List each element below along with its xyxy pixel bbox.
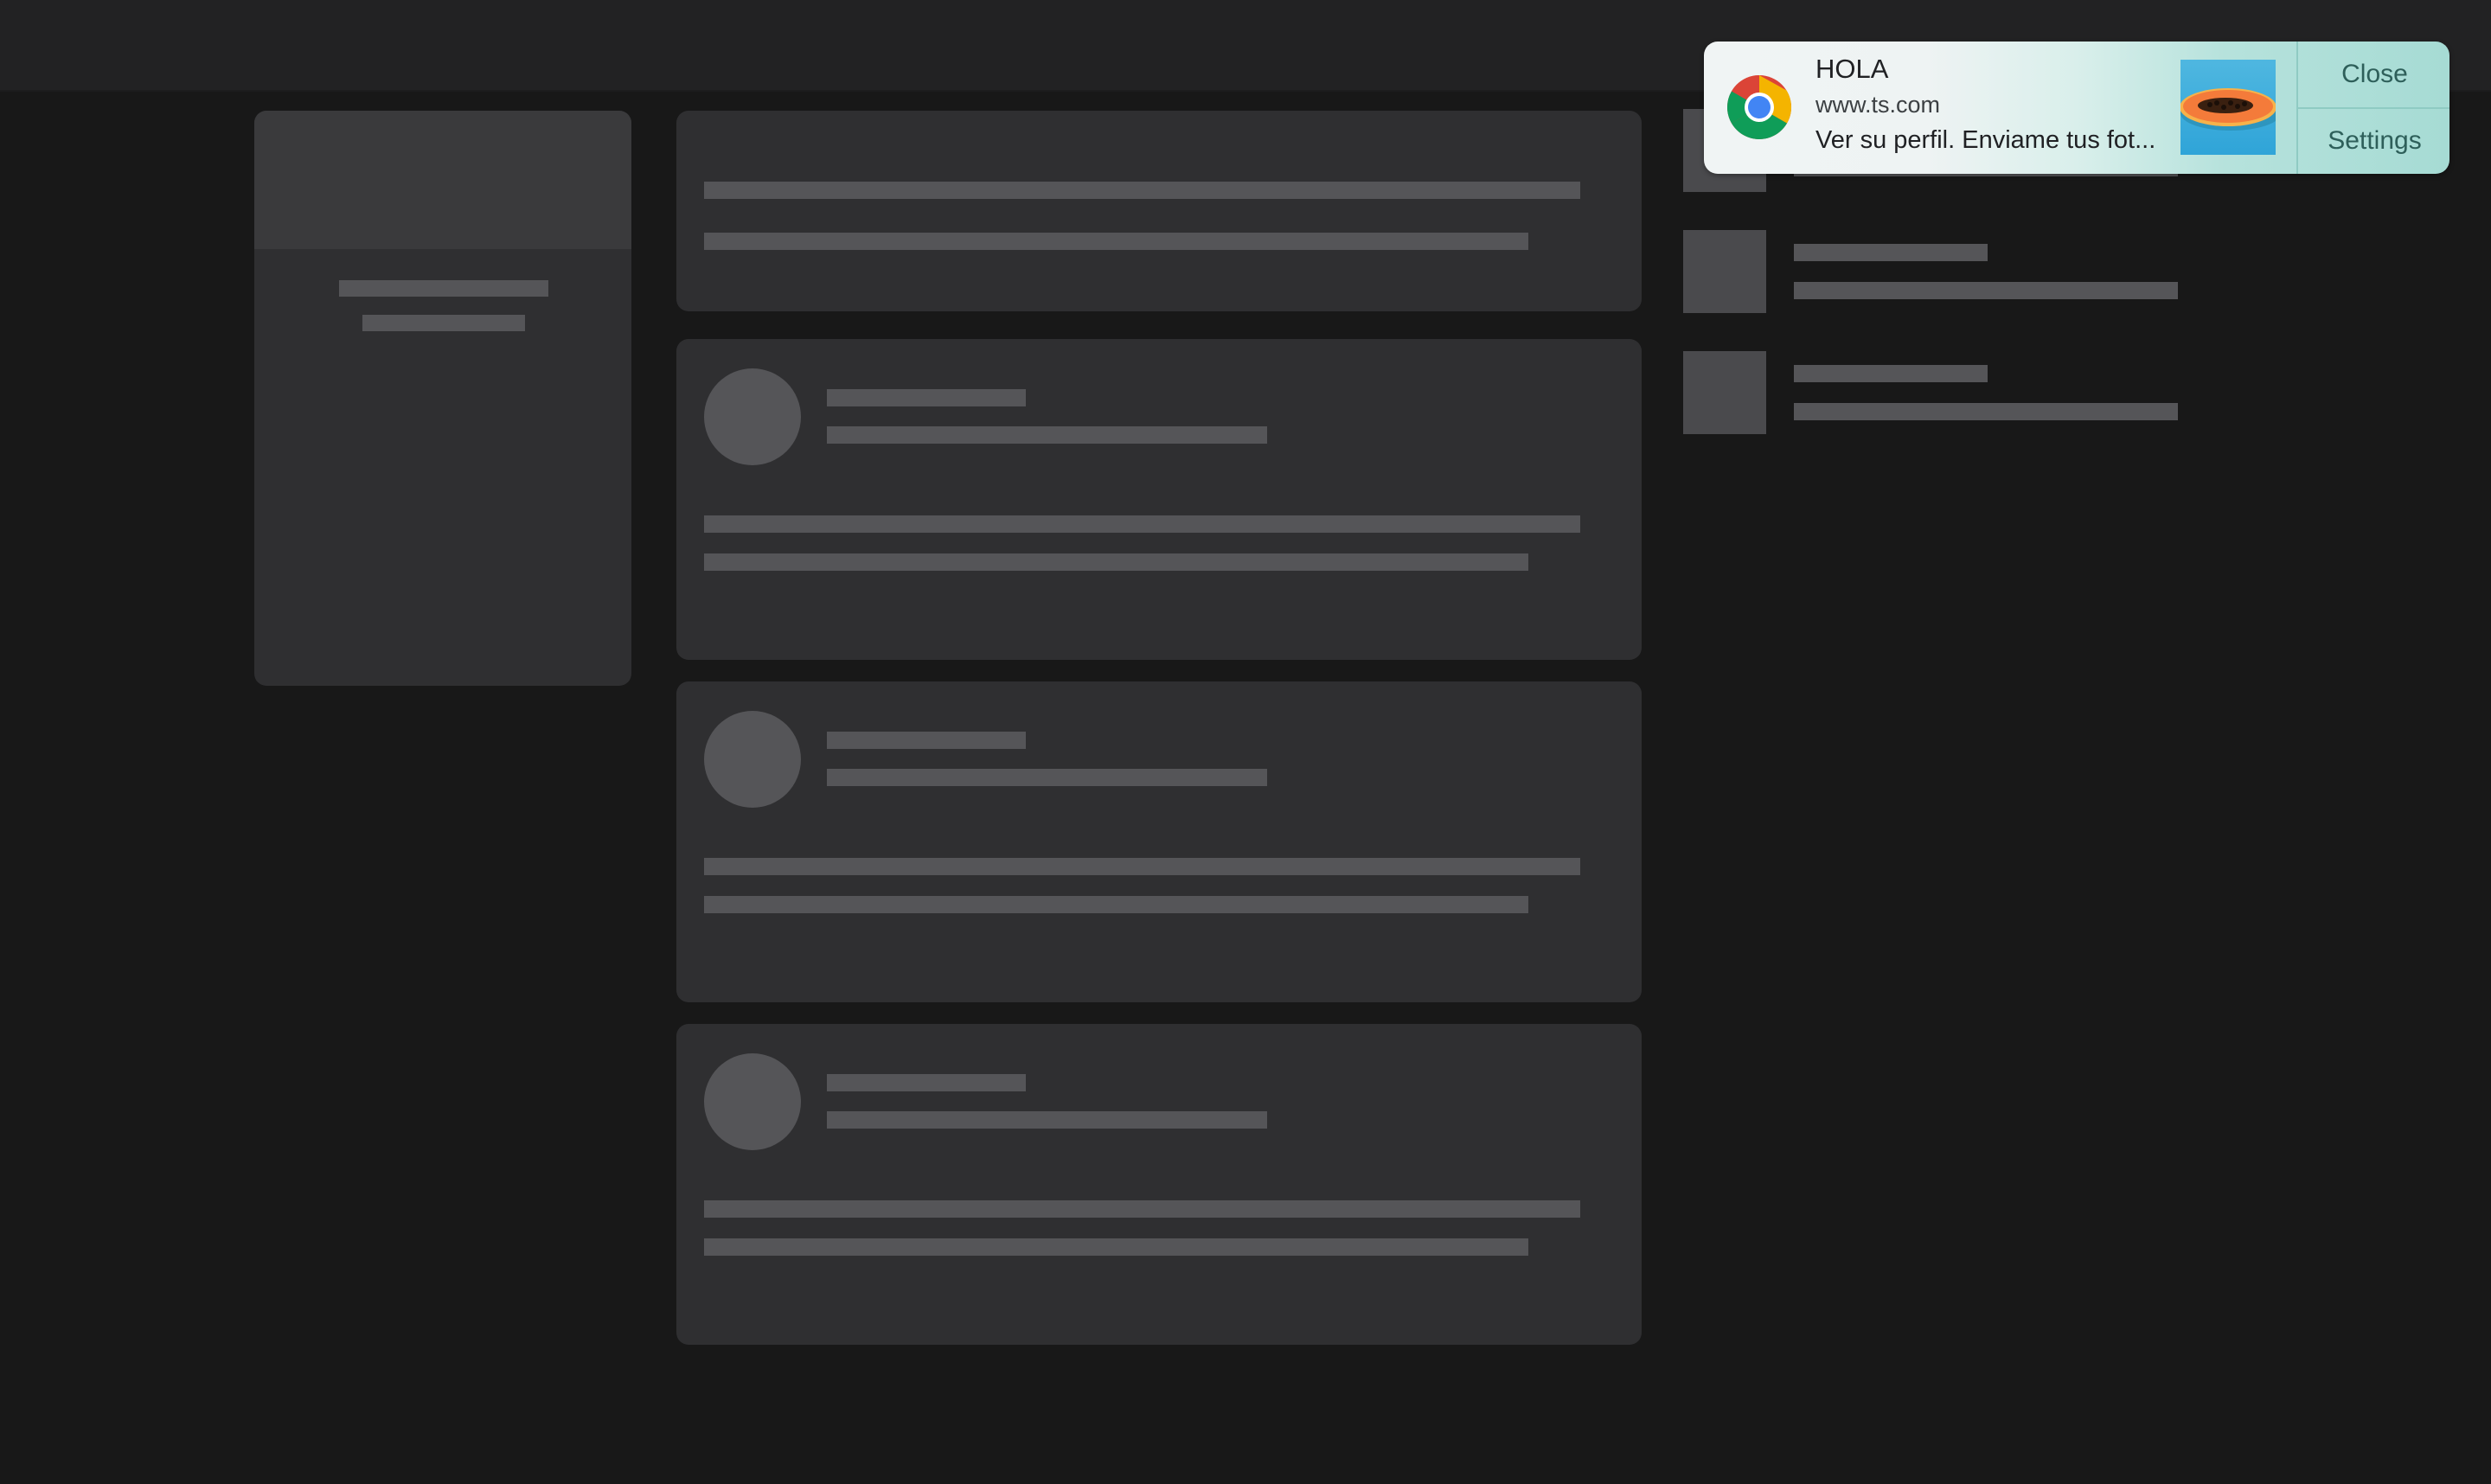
profile-card-skeleton: [254, 111, 631, 686]
chrome-icon: [1726, 74, 1792, 140]
text-line-skeleton: [704, 1238, 1528, 1256]
avatar-skeleton: [704, 1053, 801, 1150]
text-line-skeleton: [1794, 403, 2178, 420]
feed-post-skeleton: [676, 1024, 1642, 1345]
author-line-skeleton: [827, 1074, 1026, 1091]
text-line-skeleton: [1794, 244, 1988, 261]
author-line-skeleton: [827, 389, 1026, 406]
text-line-skeleton: [704, 515, 1580, 533]
author-line-skeleton: [827, 732, 1026, 749]
notification-body: Ver su perfil. Enviame tus fot...: [1815, 126, 2156, 154]
text-line-skeleton: [704, 1200, 1580, 1218]
text-line-skeleton: [704, 233, 1528, 250]
text-line-skeleton: [704, 553, 1528, 571]
text-line-skeleton: [704, 896, 1528, 913]
thumbnail-skeleton: [1683, 230, 1766, 313]
text-line-skeleton: [704, 182, 1580, 199]
notification-actions: Close Settings: [2296, 42, 2449, 174]
profile-name-skeleton: [339, 280, 548, 297]
thumbnail-skeleton: [1683, 351, 1766, 434]
feed-composer-skeleton: [676, 111, 1642, 311]
web-notification[interactable]: HOLA www.ts.com Ver su perfil. Enviame t…: [1704, 42, 2449, 174]
meta-line-skeleton: [827, 769, 1267, 786]
text-line-skeleton: [1794, 282, 2178, 299]
notification-origin: www.ts.com: [1815, 92, 1941, 118]
notification-title: HOLA: [1815, 54, 1889, 84]
profile-banner-skeleton: [254, 111, 631, 249]
meta-line-skeleton: [827, 426, 1267, 444]
avatar-skeleton: [704, 711, 801, 808]
feed-post-skeleton: [676, 339, 1642, 660]
meta-line-skeleton: [827, 1111, 1267, 1129]
papaya-image: [2180, 60, 2276, 155]
profile-subtitle-skeleton: [362, 315, 525, 331]
text-line-skeleton: [704, 858, 1580, 875]
avatar-skeleton: [704, 368, 801, 465]
text-line-skeleton: [1794, 365, 1988, 382]
close-button[interactable]: Close: [2298, 42, 2449, 109]
feed-post-skeleton: [676, 681, 1642, 1002]
settings-button[interactable]: Settings: [2298, 108, 2449, 174]
